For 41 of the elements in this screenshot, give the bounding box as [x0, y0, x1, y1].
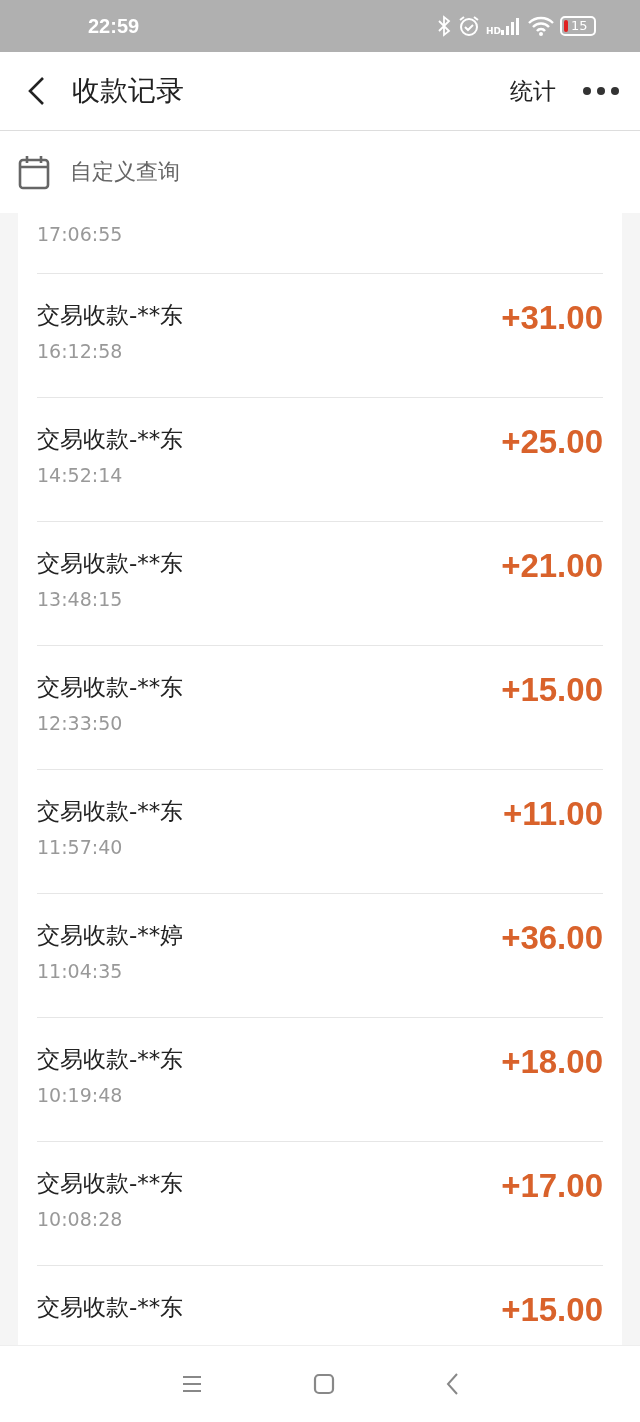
record-title: 交易收款-**东: [37, 549, 184, 578]
more-icon[interactable]: [582, 86, 620, 96]
record-amount: +21.00: [501, 546, 603, 586]
status-time: 22:59: [88, 14, 140, 38]
calendar-icon: [18, 154, 50, 190]
record-title: 交易收款-**东: [37, 301, 184, 330]
statistics-button[interactable]: 统计: [510, 75, 556, 107]
record-amount: +17.00: [501, 1166, 603, 1206]
record-title: 交易收款-**东: [37, 1045, 184, 1074]
record-time: 10:08:28: [37, 1207, 124, 1232]
bluetooth-icon: [436, 15, 452, 37]
alarm-icon: [457, 14, 481, 38]
record-time: 14:52:14: [37, 463, 124, 488]
page-title: 收款记录: [72, 73, 185, 109]
record-title: 交易收款-**东: [37, 673, 184, 702]
record-time: 11:04:35: [37, 959, 124, 984]
battery-level: 15: [571, 18, 588, 34]
record-time: 11:57:40: [37, 835, 124, 860]
record-time: 17:06:55: [37, 222, 123, 247]
menu-icon[interactable]: [181, 1374, 203, 1394]
custom-query-button[interactable]: 自定义查询: [0, 131, 640, 213]
record-title: 交易收款-**东: [37, 425, 184, 454]
record-title: 交易收款-**东: [37, 1169, 184, 1198]
record-title: 交易收款-**东: [37, 797, 184, 826]
wifi-icon: [527, 15, 555, 37]
record-title: 交易收款-**东: [37, 1293, 184, 1322]
record-amount: +36.00: [501, 918, 603, 958]
home-icon[interactable]: [313, 1373, 335, 1395]
record-time: 16:12:58: [37, 339, 124, 364]
record-amount: +11.00: [502, 794, 603, 834]
record-title: 交易收款-**婷: [37, 921, 184, 950]
record-amount: +15.00: [501, 670, 603, 710]
record-amount: +18.00: [501, 1042, 603, 1082]
record-time: 10:19:48: [37, 1083, 124, 1108]
record-amount: +15.00: [501, 1290, 603, 1330]
record-time: 13:48:15: [37, 587, 124, 612]
signal-icon: [500, 16, 522, 36]
record-time: 12:33:50: [37, 711, 124, 736]
network-label: HD: [486, 26, 501, 36]
record-amount: +25.00: [501, 422, 603, 462]
record-amount: +31.00: [501, 298, 603, 338]
